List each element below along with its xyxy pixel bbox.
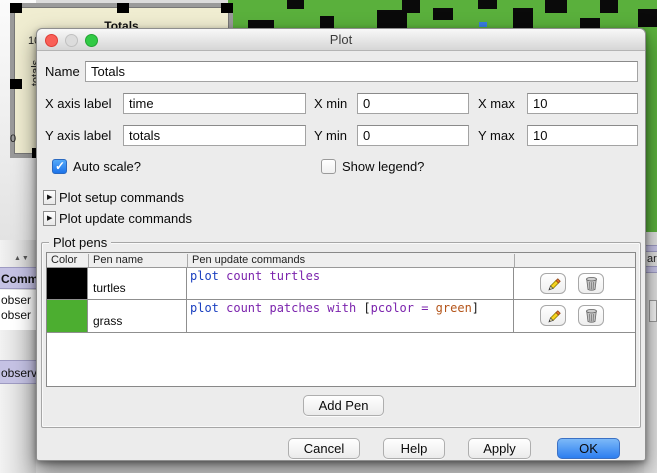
world-patch bbox=[580, 18, 600, 28]
edit-pen-button[interactable] bbox=[540, 305, 566, 326]
resize-handle[interactable] bbox=[10, 79, 22, 89]
column-header-pen-name: Pen name bbox=[88, 254, 187, 267]
pen-table: Color Pen name Pen update commands turtl… bbox=[46, 252, 636, 387]
x-axis-label: X axis label bbox=[45, 93, 111, 114]
plot-dialog: Plot Name Totals X axis label time X min… bbox=[36, 28, 646, 461]
pencil-icon bbox=[546, 308, 561, 323]
name-input[interactable]: Totals bbox=[85, 61, 638, 82]
pen-color-swatch[interactable] bbox=[47, 300, 88, 332]
resize-handle[interactable] bbox=[10, 3, 22, 13]
pen-update-commands-cell[interactable]: plot count patches with [pcolor = green] bbox=[187, 300, 514, 332]
help-button[interactable]: Help bbox=[383, 438, 445, 459]
pen-row-turtles[interactable]: turtles plot count turtles bbox=[47, 268, 635, 300]
pen-update-commands-cell[interactable]: plot count turtles bbox=[187, 268, 514, 299]
command-center-line: obser bbox=[1, 308, 31, 322]
show-legend-checkbox[interactable] bbox=[321, 159, 336, 174]
column-header-update-commands: Pen update commands bbox=[187, 254, 514, 267]
plot-pens-group: Plot pens Color Pen name Pen update comm… bbox=[41, 242, 641, 428]
trash-icon bbox=[584, 276, 599, 291]
y-axis-label: Y axis label bbox=[45, 125, 111, 146]
plot-pens-group-title: Plot pens bbox=[49, 235, 111, 250]
world-patch bbox=[433, 8, 453, 20]
resize-handle[interactable] bbox=[117, 3, 129, 13]
world-patch bbox=[402, 0, 420, 13]
background-fragment bbox=[646, 266, 657, 273]
ok-button[interactable]: OK bbox=[557, 438, 620, 459]
world-patch bbox=[320, 16, 334, 28]
delete-pen-button[interactable] bbox=[578, 305, 604, 326]
world-turtle-mark bbox=[479, 22, 487, 27]
delete-pen-button[interactable] bbox=[578, 273, 604, 294]
sort-arrows-icon[interactable]: ▲▼ bbox=[14, 255, 30, 262]
column-header-actions bbox=[514, 254, 637, 267]
auto-scale-checkbox[interactable]: ✓ bbox=[52, 159, 67, 174]
y-max-label: Y max bbox=[478, 125, 515, 146]
pen-name-cell[interactable]: turtles bbox=[88, 268, 187, 299]
background-fragment-text: ar bbox=[647, 253, 657, 265]
pencil-icon bbox=[546, 276, 561, 291]
background-fragment bbox=[649, 300, 657, 322]
name-label: Name bbox=[45, 61, 80, 82]
world-patch bbox=[248, 20, 274, 28]
dialog-titlebar[interactable]: Plot bbox=[37, 29, 645, 51]
auto-scale-label: Auto scale? bbox=[73, 156, 141, 177]
command-center-prompt[interactable]: observ bbox=[0, 360, 36, 384]
x-min-label: X min bbox=[314, 93, 347, 114]
edit-pen-button[interactable] bbox=[540, 273, 566, 294]
y-axis-input[interactable]: totals bbox=[123, 125, 306, 146]
trash-icon bbox=[584, 308, 599, 323]
dialog-title: Plot bbox=[37, 32, 645, 47]
pen-actions-cell bbox=[514, 300, 637, 332]
command-center-prompt-label: observ bbox=[1, 366, 37, 380]
x-max-label: X max bbox=[478, 93, 515, 114]
chevron-right-icon: ▶ bbox=[47, 214, 52, 222]
x-min-input[interactable]: 0 bbox=[357, 93, 469, 114]
command-center-header[interactable]: Comm bbox=[0, 267, 36, 289]
pen-actions-cell bbox=[514, 268, 637, 299]
y-max-input[interactable]: 10 bbox=[527, 125, 638, 146]
pen-row-grass[interactable]: grass plot count patches with [pcolor = … bbox=[47, 300, 635, 333]
command-center-history: obser obser bbox=[0, 290, 36, 330]
world-patch bbox=[287, 0, 304, 9]
world-patch bbox=[600, 0, 618, 13]
world-patch bbox=[545, 0, 567, 13]
background-fragment bbox=[646, 245, 657, 252]
add-pen-button[interactable]: Add Pen bbox=[303, 395, 384, 416]
y-min-input[interactable]: 0 bbox=[357, 125, 469, 146]
world-patch bbox=[638, 9, 657, 27]
plot-update-commands-label: Plot update commands bbox=[59, 208, 192, 229]
x-max-input[interactable]: 10 bbox=[527, 93, 638, 114]
cancel-button[interactable]: Cancel bbox=[288, 438, 360, 459]
column-header-color: Color bbox=[47, 254, 88, 267]
resize-handle[interactable] bbox=[221, 3, 233, 13]
show-legend-label: Show legend? bbox=[342, 156, 424, 177]
plot-setup-commands-label: Plot setup commands bbox=[59, 187, 184, 208]
plot-setup-disclosure-button[interactable]: ▶ bbox=[43, 190, 56, 205]
x-axis-input[interactable]: time bbox=[123, 93, 306, 114]
pen-name-cell[interactable]: grass bbox=[88, 300, 187, 332]
pen-table-header: Color Pen name Pen update commands bbox=[47, 253, 635, 268]
pen-color-swatch[interactable] bbox=[47, 268, 88, 299]
plot-widget-y-min: 0 bbox=[10, 133, 16, 145]
command-center-line: obser bbox=[1, 293, 31, 307]
y-min-label: Y min bbox=[314, 125, 347, 146]
screenshot-canvas: Totals 10 totals 0 ar ▲▼ Comm obser obse… bbox=[0, 0, 657, 473]
world-patch bbox=[513, 8, 533, 28]
world-patch bbox=[478, 0, 497, 9]
command-center-header-label: Comm bbox=[1, 272, 38, 286]
chevron-right-icon: ▶ bbox=[47, 193, 52, 201]
apply-button[interactable]: Apply bbox=[468, 438, 531, 459]
plot-update-disclosure-button[interactable]: ▶ bbox=[43, 211, 56, 226]
checkmark-icon: ✓ bbox=[55, 159, 65, 173]
